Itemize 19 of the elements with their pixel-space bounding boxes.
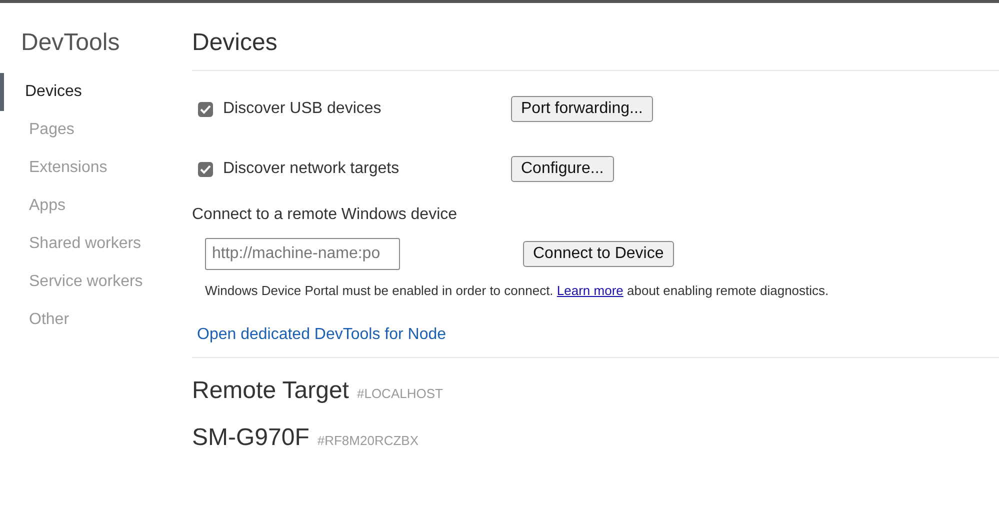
checkbox-label: Discover network targets	[223, 160, 400, 178]
target-id: #RF8M20RCZBX	[317, 433, 419, 448]
learn-more-link[interactable]: Learn more	[556, 283, 624, 298]
connect-button[interactable]: Connect to Device	[523, 241, 674, 267]
option-button[interactable]: Configure...	[511, 156, 614, 182]
target-name: Remote Target	[192, 377, 349, 405]
target-id: #LOCALHOST	[356, 386, 443, 401]
sidebar-title: DevTools	[21, 29, 120, 57]
target-name: SM-G970F	[192, 424, 310, 452]
help-text: Windows Device Portal must be enabled in order to connect. Learn more about enabling remote diagnostics.	[205, 283, 829, 298]
page-title: Devices	[192, 29, 278, 57]
checkbox[interactable]	[198, 102, 213, 116]
section-heading: Connect to a remote Windows device	[192, 206, 458, 224]
checkbox-label: Discover USB devices	[223, 100, 382, 118]
node-devtools-link[interactable]: Open dedicated DevTools for Node	[197, 326, 446, 344]
option-button[interactable]: Port forwarding...	[511, 96, 653, 122]
sidebar-item[interactable]: Devices	[0, 73, 90, 111]
checkbox[interactable]	[198, 162, 213, 176]
address-field[interactable]: http://machine-name:po	[205, 238, 400, 270]
